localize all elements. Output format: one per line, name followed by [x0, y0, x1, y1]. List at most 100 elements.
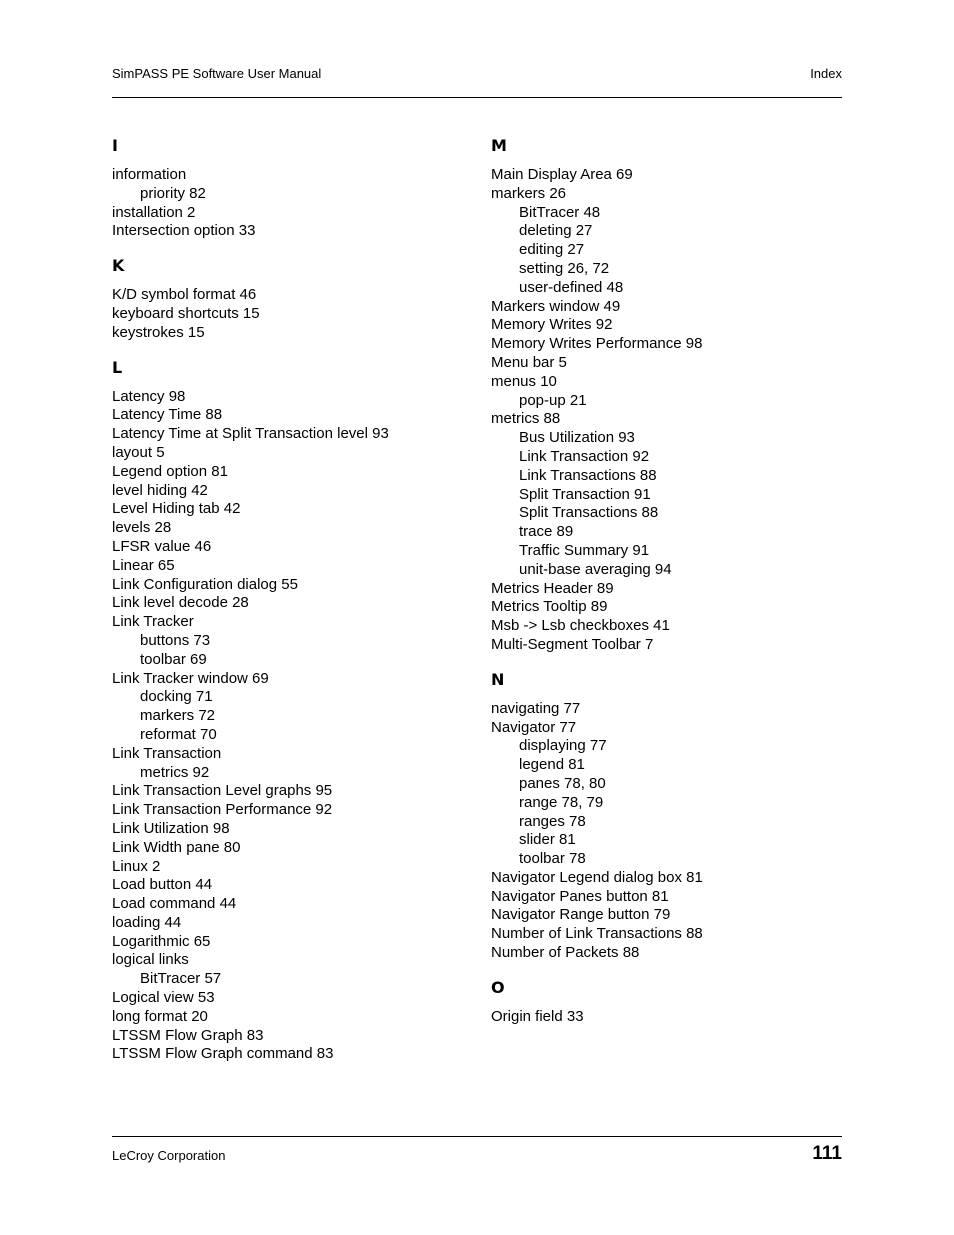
index-entry: Link Transaction Performance 92: [112, 801, 333, 819]
index-entry: Latency Time at Split Transaction level …: [112, 425, 389, 443]
index-entry: Number of Link Transactions 88: [491, 925, 703, 943]
index-subentry: Split Transactions 88: [519, 504, 659, 522]
index-subentry: panes 78, 80: [519, 774, 606, 792]
index-subentry: Traffic Summary 91: [519, 541, 650, 559]
index-entry: LTSSM Flow Graph 83: [112, 1026, 264, 1044]
index-entry: Memory Writes 92: [491, 316, 613, 334]
index-column-right: M Main Display Area 69 markers 26 BitTracer…: [491, 136, 851, 1042]
index-subentry: toolbar 69: [140, 650, 207, 668]
index-subentry: editing 27: [519, 241, 585, 259]
index-subentry: Split Transaction 91: [519, 485, 651, 503]
index-entry: Logarithmic 65: [112, 932, 211, 950]
index-subentry: docking 71: [140, 688, 213, 706]
index-section: O Origin field 33: [491, 978, 851, 1027]
index-subentry: priority 82: [140, 184, 206, 202]
index-entry: Latency 98: [112, 387, 186, 405]
index-subentry: displaying 77: [519, 737, 607, 755]
index-subentry: legend 81: [519, 756, 585, 774]
index-entry: Latency Time 88: [112, 406, 223, 424]
index-section: L Latency 98 Latency Time 88 Latency Time a…: [112, 358, 472, 1065]
index-section: Nnavigating 77 Navigator 77 displaying 77 l…: [491, 670, 851, 963]
index-entry: Intersection option 33: [112, 222, 256, 240]
index-entry: Msb -> Lsb checkboxes 41: [491, 617, 670, 635]
index-column-left: Iinformation priority 82 installation 2 Int…: [112, 136, 472, 1079]
index-entry: Navigator 77: [491, 718, 577, 736]
index-entry: LFSR value 46: [112, 537, 212, 555]
index-subentry: metrics 92: [140, 763, 210, 781]
index-subentry: Link Transactions 88: [519, 466, 657, 484]
index-entry: Load button 44: [112, 876, 213, 894]
index-section: M Main Display Area 69 markers 26 BitTracer…: [491, 136, 851, 655]
index-subentry: ranges 78: [519, 812, 586, 830]
index-entry: Multi-Segment Toolbar 7: [491, 635, 654, 653]
index-entry: Menu bar 5: [491, 353, 567, 371]
index-subentry: toolbar 78: [519, 850, 586, 868]
index-entry: Link Tracker: [112, 613, 194, 631]
index-entry: Link Transaction: [112, 744, 222, 762]
index-subentry: pop-up 21: [519, 391, 587, 409]
index-subentry: trace 89: [519, 523, 574, 541]
index-entry: Main Display Area 69: [491, 166, 633, 183]
index-entry: Navigator Panes button 81: [491, 887, 669, 905]
index-entry: Metrics Header 89: [491, 579, 614, 597]
index-entry: Linux 2: [112, 857, 161, 875]
index-entry: Memory Writes Performance 98: [491, 335, 703, 353]
index-entry: information: [112, 166, 187, 183]
index-entry: LTSSM Flow Graph command 83: [112, 1045, 334, 1063]
section-letter-heading: N: [491, 669, 505, 689]
index-subentry: slider 81: [519, 831, 576, 849]
index-subentry: Link Transaction 92: [519, 447, 650, 465]
index-entry: Origin field 33: [491, 1007, 584, 1025]
index-entry: Navigator Legend dialog box 81: [491, 868, 703, 886]
page-number: 111: [812, 1143, 842, 1164]
index-entry: Number of Packets 88: [491, 944, 640, 962]
index-subentry: range 78, 79: [519, 793, 604, 811]
index-entry: Load command 44: [112, 895, 237, 913]
index-subentry: deleting 27: [519, 222, 593, 240]
section-letter-heading: K: [112, 256, 125, 276]
index-subentry: Bus Utilization 93: [519, 429, 635, 447]
index-entry: Link Tracker window 69: [112, 669, 269, 687]
index-subentry: markers 72: [140, 707, 216, 725]
index-entry: Level Hiding tab 42: [112, 500, 241, 518]
company-name: LeCroy Corporation: [112, 1148, 226, 1163]
index-subentry: buttons 73: [140, 631, 211, 649]
index-section: K K/D symbol format 46 keyboard shortcuts …: [112, 256, 472, 342]
index-entry: layout 5: [112, 443, 165, 461]
header-divider: [112, 97, 842, 98]
index-entry: Link level decode 28: [112, 594, 249, 612]
index-entry: keystrokes 15: [112, 323, 205, 341]
footer-divider: [112, 1136, 842, 1137]
index-entry: long format 20: [112, 1007, 208, 1025]
index-entry: Link Width pane 80: [112, 838, 241, 856]
index-entry: K/D symbol format 46: [112, 286, 257, 304]
section-letter-heading: O: [491, 977, 505, 997]
index-entry: Legend option 81: [112, 462, 228, 480]
index-subentry: BitTracer 57: [140, 970, 222, 988]
index-entry: metrics 88: [491, 410, 561, 428]
index-entry: Navigator Range button 79: [491, 906, 671, 924]
index-subentry: unit-base averaging 94: [519, 560, 672, 578]
index-entry: Metrics Tooltip 89: [491, 598, 608, 616]
index-subentry: setting 26, 72: [519, 259, 610, 277]
index-entry: installation 2: [112, 203, 196, 221]
index-entry: Link Transaction Level graphs 95: [112, 782, 333, 800]
index-entry: Logical view 53: [112, 989, 215, 1007]
index-subentry: reformat 70: [140, 725, 217, 743]
index-subentry: BitTracer 48: [519, 203, 601, 221]
index-entry: logical links: [112, 951, 189, 969]
index-entry: keyboard shortcuts 15: [112, 304, 260, 322]
index-entry: navigating 77: [491, 699, 581, 717]
index-entry: menus 10: [491, 372, 557, 390]
section-title: Index: [810, 66, 842, 81]
index-entry: Markers window 49: [491, 297, 621, 315]
manual-title: SimPASS PE Software User Manual: [112, 66, 322, 81]
index-entry: levels 28: [112, 519, 172, 537]
section-letter-heading: I: [112, 136, 118, 155]
index-entry: Link Utilization 98: [112, 819, 230, 837]
section-letter-heading: L: [112, 357, 123, 377]
index-entry: Link Configuration dialog 55: [112, 575, 298, 593]
index-section: Iinformation priority 82 installation 2 Int…: [112, 136, 472, 241]
section-letter-heading: M: [491, 136, 507, 155]
index-entry: Linear 65: [112, 556, 175, 574]
